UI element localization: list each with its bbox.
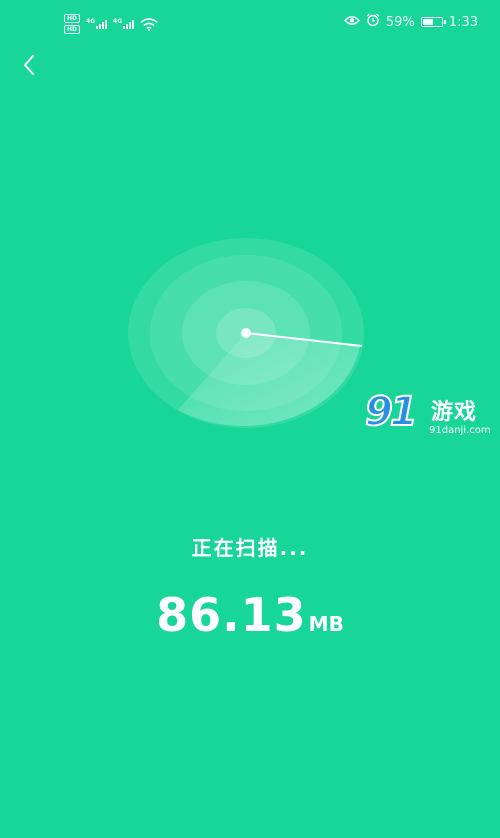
scanned-size-unit: MB: [308, 612, 344, 636]
wifi-icon: [140, 17, 158, 31]
back-button[interactable]: [14, 50, 44, 80]
watermark: 91 游戏 91danji.com: [364, 389, 500, 450]
status-right-group: 59% 1:33: [343, 13, 478, 31]
signal-icon: 4G: [113, 17, 135, 29]
watermark-logo: 91: [364, 389, 419, 435]
battery-percent: 59%: [385, 14, 415, 30]
scanned-size: 86.13 MB: [0, 588, 500, 642]
eye-icon: [343, 15, 360, 30]
alarm-icon: [366, 13, 380, 31]
network-type-label: 4G: [86, 17, 96, 25]
status-bar: HD HD 4G 4G 59% 1:33: [0, 0, 500, 44]
watermark-title: 游戏: [431, 400, 478, 425]
watermark-url: 91danji.com: [429, 425, 491, 436]
chevron-left-icon: [24, 55, 34, 75]
status-left-group: HD HD 4G 4G: [64, 12, 158, 36]
radar-center-dot: [241, 328, 251, 338]
clock-time: 1:33: [448, 14, 478, 30]
hd-badge: HD: [64, 25, 81, 34]
scan-status-text: 正在扫描...: [191, 536, 309, 560]
battery-fill: [422, 19, 433, 25]
signal-icon: 4G: [86, 17, 108, 29]
hd-badges: HD HD: [64, 14, 81, 34]
battery-icon: [420, 17, 446, 27]
hd-badge: HD: [64, 14, 81, 23]
radar-scan-animation: [128, 238, 364, 428]
scanned-size-value: 86.13: [156, 588, 307, 642]
network-type-label: 4G: [113, 17, 123, 25]
